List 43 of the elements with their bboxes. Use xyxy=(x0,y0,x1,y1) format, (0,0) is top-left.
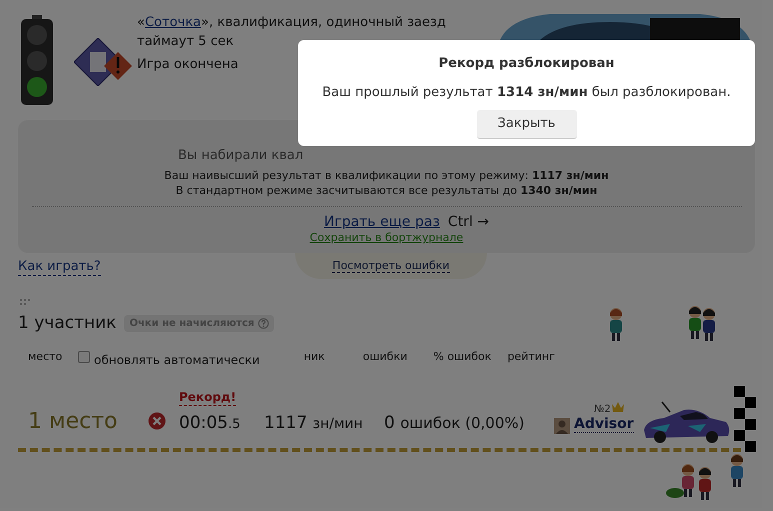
error-percent-column-header: % ошибок xyxy=(433,348,492,365)
save-logbook-link[interactable]: Сохранить в бортжурнале xyxy=(310,231,464,245)
best-result-text: Ваш наивысший результат в квалификации по этому режиму: 1117 зн/мин xyxy=(164,168,609,183)
game-title: «Соточка», квалификация, одиночный заезд xyxy=(137,14,446,32)
error-icon xyxy=(148,412,166,430)
dialog-message: Ваш прошлый результат 1314 зн/мин был разблокирован. xyxy=(322,84,731,102)
limit-text: В стандартном режиме засчитываются все результаты до 1340 зн/мин xyxy=(176,183,598,198)
mode-link[interactable]: Соточка xyxy=(144,15,202,30)
avatar xyxy=(554,418,570,434)
spectator-figure xyxy=(679,463,697,499)
shortcut-hint: Ctrl → xyxy=(448,213,490,231)
rating-column-header: рейтинг xyxy=(507,348,555,365)
spectator-figure xyxy=(607,307,625,343)
warning-sign-icon xyxy=(74,38,134,86)
crown-icon xyxy=(612,402,624,413)
close-button[interactable]: Закрыть xyxy=(476,110,576,139)
spectator-figure xyxy=(728,453,746,489)
errors-column-header: ошибки xyxy=(362,348,408,365)
drag-handle-icon xyxy=(20,299,30,307)
how-to-play-link[interactable]: Как играть? xyxy=(18,258,101,276)
participants-count: 1 участник xyxy=(18,312,116,335)
auto-update-label: обновлять автоматически xyxy=(94,352,260,369)
spectator-figure xyxy=(686,305,704,341)
player-link[interactable]: Advisor xyxy=(574,416,634,433)
auto-update-checkbox[interactable] xyxy=(78,351,90,363)
play-again-link[interactable]: Играть еще раз xyxy=(324,213,440,231)
help-icon[interactable] xyxy=(258,318,270,330)
game-status: Игра окончена xyxy=(137,56,238,74)
spectator-figure xyxy=(696,466,714,502)
place-column-header: место xyxy=(28,348,64,365)
typing-summary: Вы набирали квал xyxy=(178,148,304,164)
nick-column-header: ник xyxy=(304,348,325,365)
spectator-figure xyxy=(700,307,718,343)
timeout-text: таймаут 5 сек xyxy=(137,33,234,51)
record-link[interactable]: Рекорд! xyxy=(179,390,236,406)
errors-tab[interactable]: Посмотреть ошибки xyxy=(295,253,487,279)
bush-icon xyxy=(666,486,684,498)
dialog-title: Рекорд разблокирован xyxy=(438,55,614,73)
place-text: 1 место xyxy=(28,408,118,436)
rank-text: №2 xyxy=(594,403,611,417)
race-time: 00:05.5 xyxy=(179,412,240,435)
speed-value: 1117 зн/мин xyxy=(264,412,363,435)
errors-value: 0 ошибок (0,00%) xyxy=(384,412,524,434)
